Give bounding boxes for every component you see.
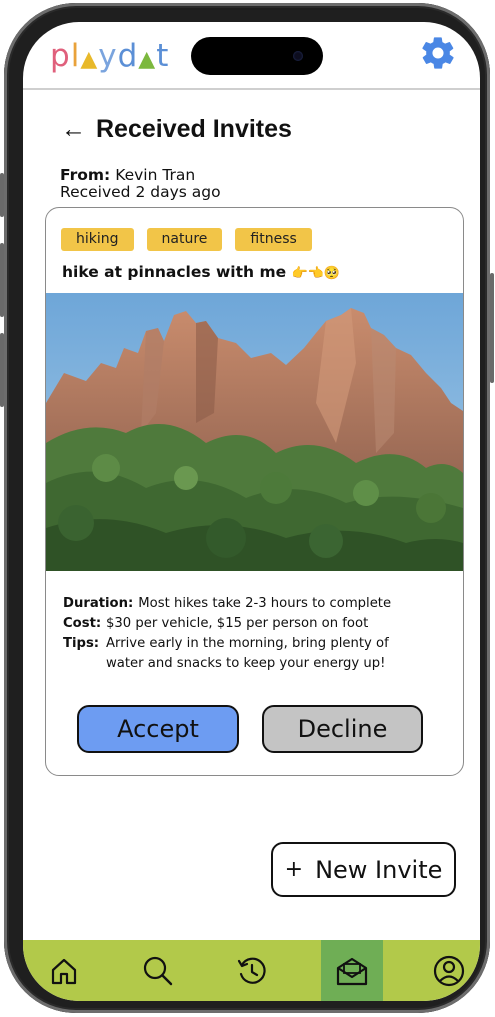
back-arrow-icon[interactable]: ← xyxy=(61,115,86,143)
dynamic-island xyxy=(191,37,323,75)
phone-volume-up-button xyxy=(0,243,4,317)
tab-home[interactable] xyxy=(33,940,95,1001)
home-icon xyxy=(51,958,77,984)
phone-frame: pl▲yd▲t ← Received Invites From: Kevin Tr… xyxy=(0,3,494,1013)
profile-icon xyxy=(433,955,465,986)
activity-photo xyxy=(46,293,463,571)
triangle-icon: ▲ xyxy=(80,47,99,72)
decline-button[interactable]: Decline xyxy=(262,705,423,753)
plus-icon: + xyxy=(284,857,304,882)
new-invite-button[interactable]: + New Invite xyxy=(271,842,456,897)
duration-row: Duration: Most hikes take 2-3 hours to c… xyxy=(63,596,392,611)
cost-row: Cost: $30 per vehicle, $15 per person on… xyxy=(63,616,369,631)
tag[interactable]: fitness xyxy=(235,228,312,251)
tips-row: Tips: Arrive early in the morning, bring… xyxy=(63,636,389,671)
phone-power-button xyxy=(490,273,494,383)
tab-inbox[interactable] xyxy=(321,940,383,1001)
from-name: Kevin Tran xyxy=(115,166,196,184)
phone-action-button xyxy=(0,173,4,217)
phone-volume-down-button xyxy=(0,333,4,407)
accept-button[interactable]: Accept xyxy=(77,705,239,753)
search-icon xyxy=(143,956,173,985)
new-invite-label: New Invite xyxy=(315,855,443,884)
invite-meta: From: Kevin Tran Received 2 days ago xyxy=(60,167,221,201)
tag[interactable]: nature xyxy=(146,228,223,251)
from-label: From: xyxy=(60,166,111,184)
tag[interactable]: hiking xyxy=(61,228,134,251)
received-time: Received 2 days ago xyxy=(60,183,221,201)
page-title: ← Received Invites xyxy=(61,115,292,143)
camera-icon xyxy=(293,51,303,61)
app-screen: pl▲yd▲t ← Received Invites From: Kevin Tr… xyxy=(23,22,480,1001)
tab-history[interactable] xyxy=(221,940,283,1001)
tab-search[interactable] xyxy=(127,940,189,1001)
invite-title: hike at pinnacles with me 👉👈🥺 xyxy=(62,263,341,281)
triangle-icon: ▲ xyxy=(138,47,157,72)
bottom-tab-bar xyxy=(23,940,480,1001)
gear-icon[interactable] xyxy=(419,34,457,72)
invite-card: hiking nature fitness hike at pinnacles … xyxy=(45,207,464,776)
inbox-icon xyxy=(336,957,368,985)
tab-profile[interactable] xyxy=(418,940,480,1001)
invite-details: Duration: Most hikes take 2-3 hours to c… xyxy=(63,594,391,674)
history-icon xyxy=(237,957,266,984)
playdate-logo[interactable]: pl▲yd▲t xyxy=(50,38,169,74)
emoji: 👉👈🥺 xyxy=(291,266,341,281)
tag-list: hiking nature fitness xyxy=(61,228,312,251)
